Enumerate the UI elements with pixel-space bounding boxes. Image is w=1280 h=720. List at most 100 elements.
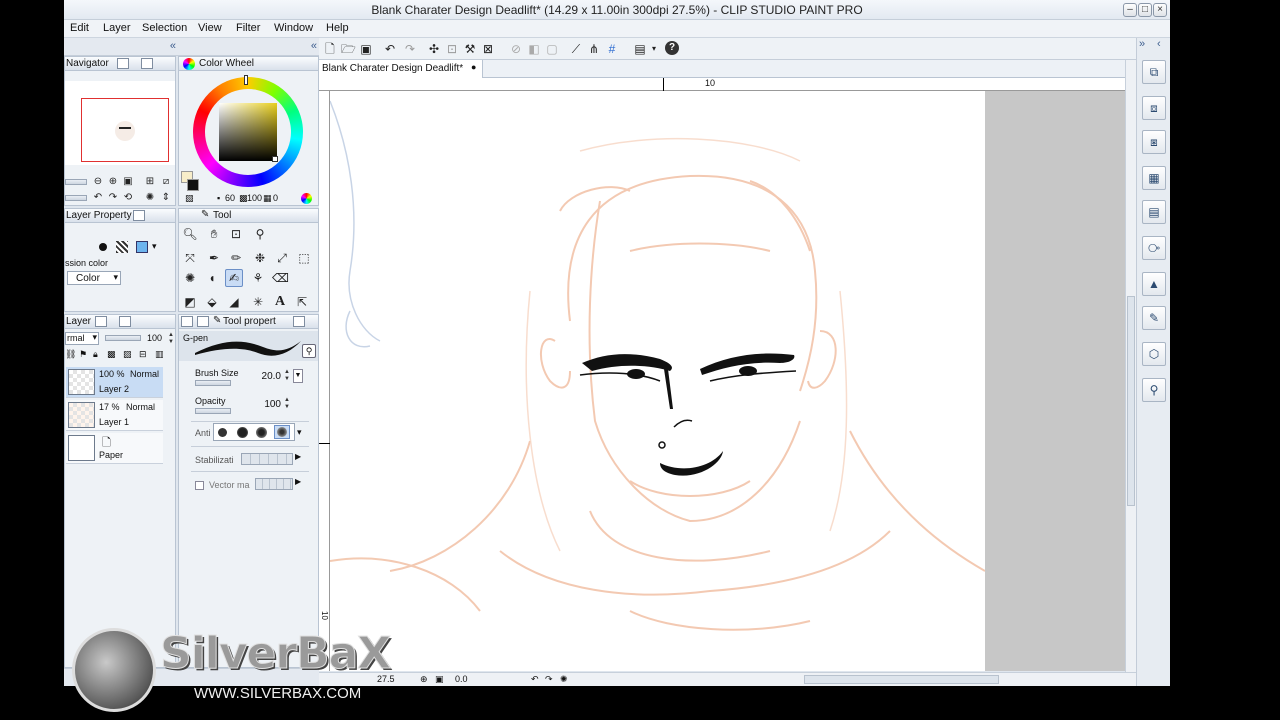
panel-tab-icon[interactable] <box>181 316 193 327</box>
eyedropper-tool-icon[interactable]: ⚲ <box>251 225 269 243</box>
tone-icon[interactable] <box>116 241 128 253</box>
brush-settings-icon[interactable]: ⚲ <box>302 344 316 358</box>
fit-navigator-icon[interactable]: ⧄ <box>159 175 173 189</box>
snap-ruler-icon[interactable]: ⟋ <box>569 42 583 56</box>
airbrush-tool-icon[interactable]: ❉ <box>251 249 269 267</box>
rotate-right-icon[interactable]: ↷ <box>106 191 120 205</box>
transform-icon[interactable]: ⊠ <box>481 42 495 56</box>
chevron-down-icon[interactable]: ▾ <box>647 42 661 56</box>
gradient-tool-icon[interactable]: ◩ <box>181 293 199 311</box>
flip-v-icon[interactable]: ⇕ <box>159 191 173 205</box>
vector-magnet-slider[interactable] <box>255 478 293 490</box>
aa-medium-icon[interactable] <box>256 427 267 438</box>
material-panel-icon[interactable]: ⧉ <box>1142 60 1166 84</box>
blend-tool-icon[interactable]: ✺ <box>181 269 199 287</box>
move-tool-icon[interactable]: ⊡ <box>227 225 245 243</box>
close-button[interactable]: × <box>1153 3 1167 17</box>
sub-view-icon[interactable]: ⧈ <box>1142 96 1166 120</box>
panel-collapse-strip[interactable]: « <box>64 38 178 56</box>
rotate-right-icon[interactable]: ↷ <box>545 674 553 685</box>
edit-material-icon[interactable]: ✎ <box>1142 306 1166 330</box>
hand-tool-icon[interactable]: ✋︎ <box>205 225 223 243</box>
zoom-out-icon[interactable]: ⊖ <box>91 175 105 189</box>
layer-search-icon[interactable]: ⧆ <box>1142 130 1166 154</box>
figure-tool-icon[interactable]: ⬙ <box>203 293 221 311</box>
reset-rotate-icon[interactable]: ⟲ <box>121 191 135 205</box>
decoration-tool-icon[interactable]: ⚘ <box>249 269 267 287</box>
collapse-arrow-icon[interactable]: ‹ <box>1157 38 1161 50</box>
flip-icon[interactable]: ✺ <box>143 191 157 205</box>
3d-material-icon[interactable]: ⬡ <box>1142 342 1166 366</box>
select-clear-icon[interactable]: ⊘ <box>509 42 523 56</box>
text-tool-icon[interactable]: A <box>271 293 289 311</box>
menu-filter[interactable]: Filter <box>236 22 260 34</box>
minimize-button[interactable]: – <box>1123 3 1137 17</box>
menu-help[interactable]: Help <box>326 22 349 34</box>
new-file-icon[interactable]: 🗋 <box>323 42 337 56</box>
expand-arrow-icon[interactable]: » <box>1139 38 1145 50</box>
angle-value[interactable]: 0.0 <box>455 674 468 684</box>
clip-icon[interactable]: ⛓ <box>65 349 76 360</box>
transparent-swatch-icon[interactable]: ▧ <box>185 193 194 204</box>
color-mode-icon[interactable] <box>301 193 312 204</box>
snap-special-icon[interactable]: ⋔ <box>587 42 601 56</box>
anti-aliasing-selector[interactable] <box>213 423 295 441</box>
chevron-down-icon[interactable]: ▾ <box>297 427 302 438</box>
chevron-right-icon[interactable]: ▶ <box>295 477 301 486</box>
opacity-spinner-icon[interactable]: ▲ ▼ <box>283 397 291 411</box>
hue-marker[interactable] <box>244 75 248 85</box>
options-menu-icon[interactable]: ▤ <box>633 42 647 56</box>
hue-ring[interactable] <box>193 75 303 187</box>
fill-icon[interactable]: ⚒ <box>463 42 477 56</box>
crop-icon[interactable]: ⊡ <box>445 42 459 56</box>
layer-row[interactable]: 🗋 Paper <box>66 433 163 464</box>
menu-edit[interactable]: Edit <box>70 22 89 34</box>
select-invert-icon[interactable]: ◧ <box>527 42 541 56</box>
opacity-spinner-icon[interactable]: ▲ ▼ <box>167 332 175 346</box>
pattern-material-icon[interactable]: ⧂ <box>1142 236 1166 260</box>
image-material-icon[interactable]: ▲ <box>1142 272 1166 296</box>
panel-tab-icon-2[interactable] <box>197 316 209 327</box>
menu-window[interactable]: Window <box>274 22 313 34</box>
vertical-scrollbar[interactable] <box>1125 60 1136 672</box>
zoom-in-icon[interactable]: ⊕ <box>106 175 120 189</box>
select-area-icon[interactable]: ▢ <box>545 42 559 56</box>
mask-icon[interactable]: ▨ <box>123 349 132 360</box>
undo-icon[interactable]: ↶ <box>383 42 397 56</box>
chevron-right-icon[interactable]: ▶ <box>295 452 301 461</box>
panel-collapse-strip-2[interactable]: « <box>178 38 319 56</box>
fit-icon[interactable]: ▣ <box>435 674 444 685</box>
opacity-slider[interactable] <box>195 408 231 414</box>
collapse-arrow-icon[interactable]: « <box>311 40 317 52</box>
panel-tab-icon[interactable] <box>133 210 145 221</box>
lock-transparency-icon[interactable]: ▩ <box>107 349 116 360</box>
redo-icon[interactable]: ↷ <box>403 42 417 56</box>
save-icon[interactable]: ▣ <box>359 42 373 56</box>
open-folder-icon[interactable]: 🗁 <box>341 42 356 56</box>
fill-tool-icon[interactable]: ◖ <box>203 269 221 287</box>
clear-icon[interactable]: ✣ <box>427 42 441 56</box>
selection-tool-icon[interactable]: ⬚ <box>295 249 313 267</box>
zoom-tool-icon[interactable]: 🔍︎ <box>181 225 199 243</box>
lock-icon[interactable]: 🔒︎ <box>93 349 98 360</box>
pose-material-icon[interactable]: ⚲ <box>1142 378 1166 402</box>
blend-mode-select[interactable]: rmal ▾ <box>65 332 99 345</box>
rotate-left-icon[interactable]: ↶ <box>531 674 539 685</box>
zoom-slider[interactable] <box>65 179 87 185</box>
menu-layer[interactable]: Layer <box>103 22 131 34</box>
canvas-tab[interactable]: Blank Charater Design Deadlift* ● <box>319 60 483 78</box>
effect-dot-icon[interactable] <box>99 243 107 251</box>
brush-size-value[interactable]: 20.0 <box>255 371 281 382</box>
correct-line-tool-icon[interactable]: ⇱ <box>293 293 311 311</box>
panel-tab-icon-2[interactable] <box>119 316 131 327</box>
item-bank-icon[interactable]: ▤ <box>1142 200 1166 224</box>
stabilization-slider[interactable] <box>241 453 293 465</box>
pen-tool-icon[interactable]: ✒ <box>205 249 223 267</box>
maximize-button[interactable]: □ <box>1138 3 1152 17</box>
eraser-tool-icon[interactable]: ⌫ <box>271 269 289 287</box>
layer-row[interactable]: 100 % Normal Layer 2 <box>66 367 163 398</box>
opacity-value[interactable]: 100 <box>255 399 281 410</box>
ruler-tool-icon[interactable]: ⤢ <box>273 249 291 267</box>
brush-tool-icon[interactable]: ✍ <box>225 269 243 287</box>
vertical-scroll-thumb[interactable] <box>1127 296 1135 506</box>
